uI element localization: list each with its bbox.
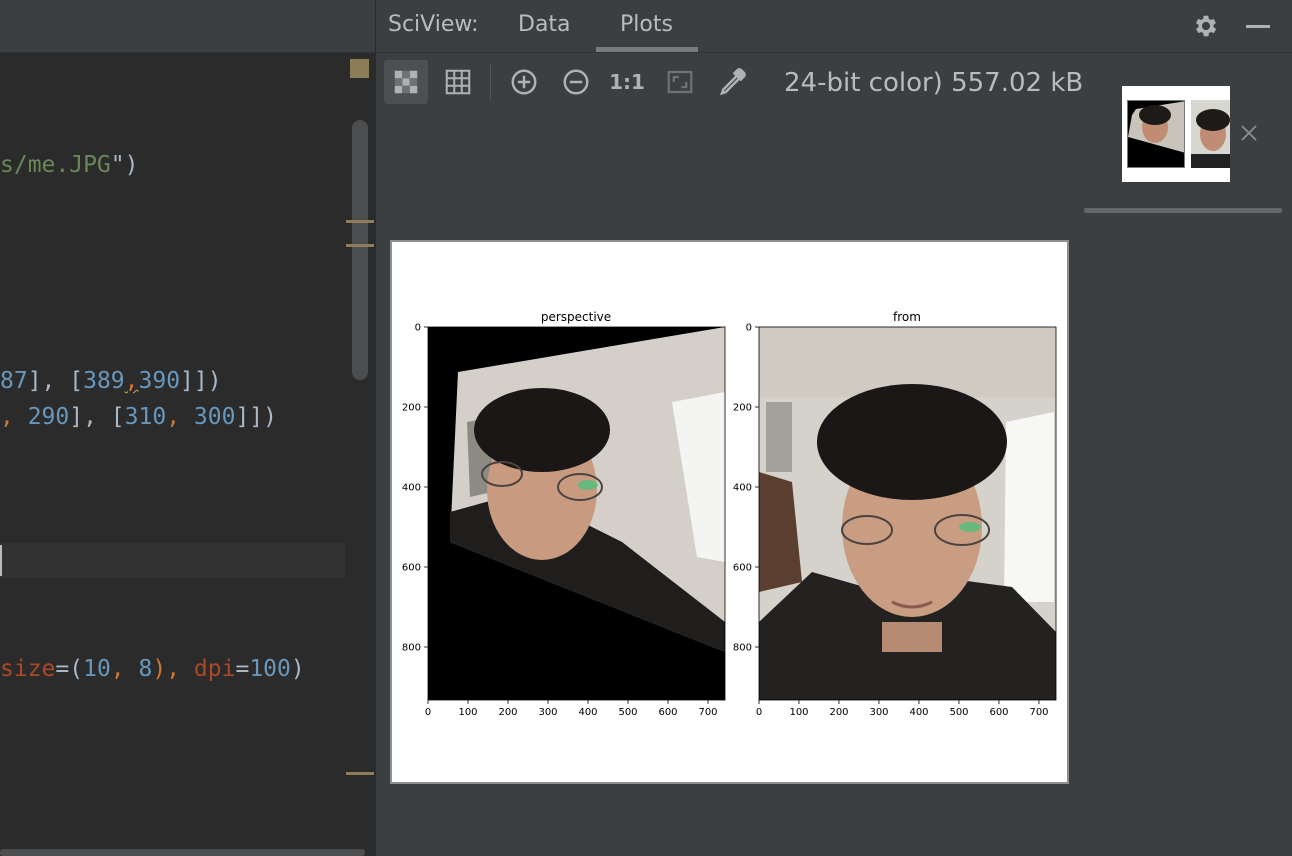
- y-tick-label: 200: [733, 403, 752, 414]
- error-stripe-marker[interactable]: [346, 772, 374, 775]
- x-tick-label: 500: [949, 707, 968, 718]
- x-tick-label: 600: [989, 707, 1008, 718]
- x-tick-label: 200: [829, 707, 848, 718]
- x-tick-label: 300: [538, 707, 557, 718]
- code-token: 290: [27, 404, 70, 430]
- close-icon[interactable]: [1238, 122, 1260, 144]
- code-token: ]]): [235, 404, 277, 430]
- ide-window: s/me.JPG") 87], [389,390]]) , 290], [310…: [0, 0, 1292, 856]
- x-tick-label: 600: [658, 707, 677, 718]
- chessboard-icon[interactable]: [384, 60, 428, 104]
- image-info-text: 24-bit color) 557.02 kB: [784, 68, 1084, 98]
- x-tick-label: 0: [425, 707, 431, 718]
- code-token: ,: [0, 404, 28, 430]
- error-stripe-marker[interactable]: [346, 220, 374, 223]
- sciview-panel: SciView: Data Plots 1:1 24-bit color) 55…: [376, 0, 1292, 856]
- y-tick-label: 600: [733, 563, 752, 574]
- code-token: 300: [193, 404, 236, 430]
- code-area[interactable]: s/me.JPG") 87], [389,390]]) , 290], [310…: [0, 0, 345, 856]
- subplot-perspective: [428, 327, 725, 700]
- editor-horizontal-scrollbar[interactable]: [0, 849, 365, 856]
- minimize-icon[interactable]: [1246, 25, 1270, 28]
- x-tick-label: 100: [789, 707, 808, 718]
- y-tick-label: 0: [415, 323, 421, 334]
- code-token: 100: [249, 656, 291, 682]
- gear-icon[interactable]: [1192, 12, 1220, 40]
- actual-size-button[interactable]: 1:1: [605, 60, 649, 104]
- thumbnails-scrollbar[interactable]: [1084, 208, 1282, 213]
- code-token: ]]): [180, 368, 222, 394]
- x-tick-label: 700: [1029, 707, 1048, 718]
- y-tick-label: 600: [402, 563, 421, 574]
- toolbar-separator: [490, 64, 491, 100]
- x-tick-label: 400: [909, 707, 928, 718]
- code-token: ,: [124, 368, 139, 394]
- y-tick-label: 800: [402, 643, 421, 654]
- y-tick-label: 200: [402, 403, 421, 414]
- code-line[interactable]: size=(10, 8), dpi=100): [0, 654, 305, 684]
- code-token: 390: [138, 368, 181, 394]
- tab-plots[interactable]: Plots: [620, 12, 673, 37]
- inspection-status-icon[interactable]: [350, 59, 369, 78]
- plot-thumbnails: [1122, 86, 1230, 182]
- y-tick-label: 400: [402, 483, 421, 494]
- x-tick-label: 700: [698, 707, 717, 718]
- zoom-in-icon[interactable]: [502, 60, 546, 104]
- actual-size-label: 1:1: [609, 70, 645, 94]
- tab-data[interactable]: Data: [518, 12, 571, 37]
- code-token: 8: [138, 656, 153, 682]
- text-caret: [0, 545, 2, 576]
- code-token: dpi: [193, 656, 236, 682]
- code-token: 10: [83, 656, 111, 682]
- code-token: =(: [55, 656, 84, 682]
- zoom-out-icon[interactable]: [554, 60, 598, 104]
- x-tick-label: 500: [618, 707, 637, 718]
- selected-tab-indicator: [596, 47, 698, 52]
- code-token: s/me.JPG: [0, 152, 111, 178]
- code-line[interactable]: 87], [389,390]]): [0, 366, 222, 396]
- code-line[interactable]: s/me.JPG"): [0, 150, 138, 180]
- x-tick-label: 400: [578, 707, 597, 718]
- code-token: ,: [110, 656, 139, 682]
- plot-image[interactable]: perspective from 0 100 200 300 400 500 6…: [390, 240, 1069, 784]
- code-token: ], [: [27, 368, 84, 394]
- y-tick-label: 800: [733, 643, 752, 654]
- matplotlib-figure: perspective from 0 100 200 300 400 500 6…: [402, 310, 1057, 718]
- subplot-from: [759, 327, 1056, 700]
- plot-thumbnail[interactable]: [1127, 100, 1185, 168]
- code-token: 87: [0, 368, 28, 394]
- code-token: 389: [83, 368, 125, 394]
- plot-thumbnail[interactable]: [1191, 100, 1230, 168]
- code-token: "): [110, 152, 139, 178]
- code-token: ], [: [69, 404, 125, 430]
- code-token: =: [235, 656, 250, 682]
- y-tick-label: 0: [746, 323, 752, 334]
- subplot-title-from: from: [893, 310, 921, 324]
- x-tick-label: 200: [498, 707, 517, 718]
- error-stripe-marker[interactable]: [346, 244, 374, 247]
- sciview-title: SciView:: [388, 12, 479, 37]
- x-tick-label: 0: [756, 707, 762, 718]
- editor-vertical-scrollbar[interactable]: [352, 120, 368, 380]
- color-picker-icon[interactable]: [710, 60, 754, 104]
- subplot-title-perspective: perspective: [541, 310, 611, 324]
- grid-icon[interactable]: [436, 60, 480, 104]
- code-token: ),: [152, 656, 194, 682]
- code-token: ): [290, 656, 305, 682]
- sciview-header: SciView: Data Plots: [376, 0, 1292, 53]
- fit-zoom-icon[interactable]: [658, 60, 702, 104]
- code-token: 310: [124, 404, 167, 430]
- code-token: ,: [166, 404, 194, 430]
- y-tick-label: 400: [733, 483, 752, 494]
- code-editor[interactable]: s/me.JPG") 87], [389,390]]) , 290], [310…: [0, 0, 375, 856]
- code-line[interactable]: , 290], [310, 300]]): [0, 402, 277, 432]
- x-tick-label: 100: [458, 707, 477, 718]
- code-token: size: [0, 656, 56, 682]
- x-tick-label: 300: [869, 707, 888, 718]
